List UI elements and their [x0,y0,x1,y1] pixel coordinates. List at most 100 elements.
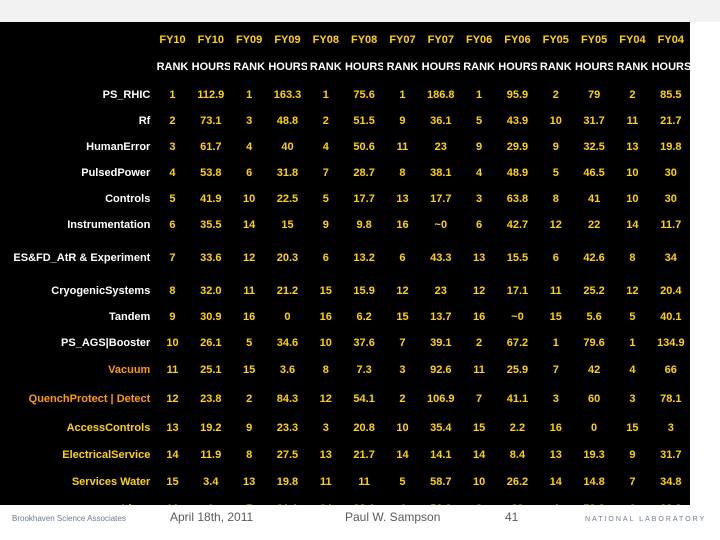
rank-cell: 9 [552,141,559,153]
hours-cell: 17.1 [506,285,529,297]
hours-cell: 73.1 [200,115,222,127]
rank-cell: 3 [322,421,329,434]
table-row: PS_AGS|Booster 10 26.1 5 34.6 10 37.6 7 39.1 2 67.… [0,330,690,356]
rank-cell: 4 [169,167,176,179]
fiscal-year-header: FY05 [580,34,608,46]
hours-cell: 67.2 [506,337,529,349]
rank-cell: 8 [399,167,406,179]
rank-cell: 8 [552,193,559,205]
header-corner-sub [0,52,153,82]
hours-cell: 19.8 [660,141,682,153]
hours-cell: 42.6 [583,252,605,264]
hours-cell: 46.5 [583,167,605,179]
hours-cell: 61.7 [200,141,222,153]
hours-cell: 34.8 [660,475,682,488]
rank-cell: 7 [476,392,483,405]
slide: FY10 FY10 FY09 FY09 FY08 FY08 FY07 FY07 FY06 FY06… [0,0,720,540]
footer-organization: Brookhaven Science Associates [12,514,126,523]
rank-cell: 1 [169,89,176,101]
rank-cell: 13 [319,448,332,461]
hours-cell: ~0 [511,311,524,323]
hours-cell: ~0 [434,219,448,231]
hours-header: HOURS [421,61,460,73]
rank-cell: 14 [243,219,256,231]
rank-cell: 10 [549,115,562,127]
rank-cell: 6 [169,219,176,231]
rank-cell: 16 [472,311,486,323]
hours-cell: 0 [284,311,291,323]
hours-cell: 14.8 [583,475,605,488]
rank-header: RANK [156,61,189,73]
rank-cell: 13 [626,141,639,153]
hours-cell: 39.1 [430,337,452,349]
hours-cell: 34.6 [276,337,299,349]
rank-cell: 7 [399,337,406,349]
hours-cell: 84.3 [276,392,299,405]
hours-cell: 42.7 [506,219,529,231]
hours-cell: 58.7 [430,475,452,488]
hours-cell: 43.3 [430,252,452,264]
hours-cell: 66 [664,363,677,376]
rank-cell: 3 [246,115,253,127]
hours-cell: 11 [358,475,370,488]
fiscal-year-header: FY04 [619,34,646,46]
rank-cell: 7 [322,167,329,179]
system-label: Vacuum [108,363,151,376]
hours-cell: 43.9 [506,115,529,127]
rank-cell: 14 [472,448,486,461]
fiscal-year-header: FY08 [312,34,339,46]
hours-cell: 163.3 [273,89,302,101]
system-label: PS_AGS|Booster [61,337,151,349]
rank-cell: 15 [243,363,256,376]
rank-cell: 8 [169,285,176,297]
fiscal-year-header: FY10 [197,34,224,46]
hours-cell: 8.4 [509,448,526,461]
hours-cell: 23 [434,285,447,297]
rank-cell: 3 [629,392,636,405]
rank-cell: 9 [629,448,636,461]
rank-cell: 4 [322,141,329,153]
hours-cell: 186.8 [427,89,455,101]
rank-cell: 9 [169,311,176,323]
system-label: Tandem [108,311,151,323]
fiscal-year-header: FY04 [657,34,684,46]
rank-cell: 9 [476,141,483,153]
rank-cell: 2 [169,115,176,127]
rank-cell: 12 [166,392,179,405]
rank-cell: 16 [549,421,562,434]
table-row: Instrumentation 6 35.5 14 15 9 9.8 16 ~0 6 42.7 12 2… [0,212,690,238]
hours-cell: 19.8 [276,475,299,488]
hours-cell: 11.7 [660,219,682,231]
table-row: QuenchProtect | Detect 12 23.8 2 84.3 12 54.1 2… [0,383,690,414]
rank-cell: 16 [243,311,256,323]
rank-cell: 15 [549,311,562,323]
rank-cell: 10 [166,337,179,349]
hours-cell: 3 [667,421,674,434]
rank-cell: 4 [476,167,483,179]
hours-cell: 48.9 [506,167,529,179]
rank-cell: 9 [322,219,329,231]
hours-cell: 20.8 [353,421,375,434]
hours-cell: 29.9 [506,141,529,153]
rank-cell: 7 [629,475,636,488]
table-row: PulsedPower 4 53.8 6 31.8 7 28.7 8 38.1 4 48.9 5 46.… [0,160,690,186]
hours-cell: 35.4 [430,421,452,434]
rank-cell: 5 [322,193,329,205]
hours-cell: 15.5 [506,252,529,264]
rank-cell: 5 [629,311,636,323]
rank-cell: 15 [472,421,486,434]
hours-header: HOURS [574,61,614,73]
rank-header: RANK [233,61,266,73]
hours-cell: 11.9 [200,448,222,461]
hours-cell: 19.3 [583,448,605,461]
rank-cell: 15 [166,475,179,488]
rank-cell: 3 [169,141,176,153]
table-row: Controls 5 41.9 10 22.5 5 17.7 13 17.7 3 63.8 8 41 10… [0,186,690,212]
hours-cell: 15 [281,219,294,231]
hours-cell: 26.2 [506,475,529,488]
system-label: CryogenicSystems [51,285,151,297]
rank-cell: 1 [246,89,253,101]
hours-cell: 85.5 [660,89,682,101]
rank-cell: 2 [552,89,559,101]
rank-cell: 3 [476,193,483,205]
